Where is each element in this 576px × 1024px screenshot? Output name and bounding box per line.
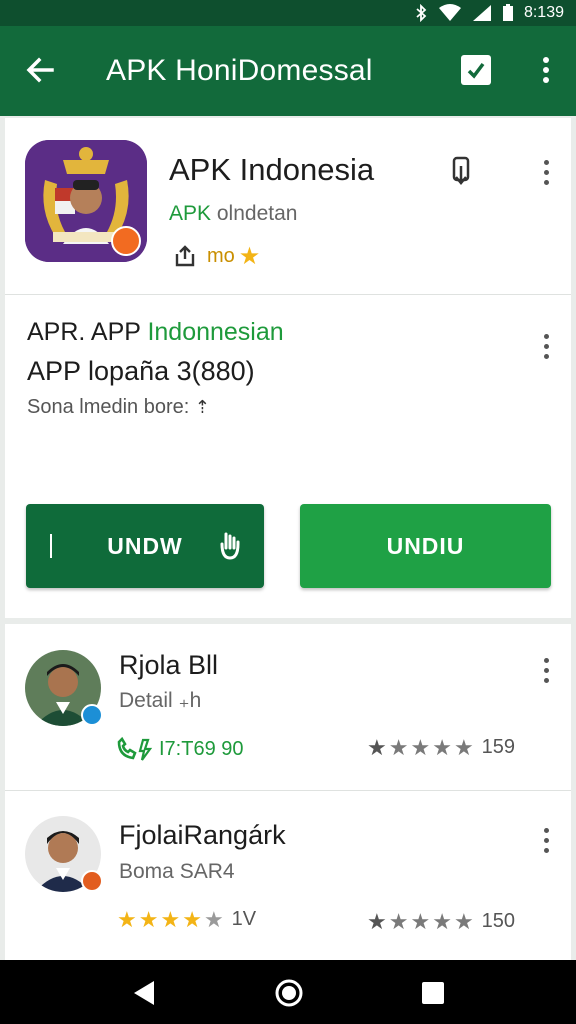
app-more-icon[interactable] xyxy=(541,158,551,188)
undiu-button[interactable]: UNDIU xyxy=(300,504,551,588)
star-icon: ★ xyxy=(453,908,474,934)
review-more-icon[interactable] xyxy=(541,656,551,686)
description-prefix: APR. APP xyxy=(27,318,148,346)
review-meta-text: 1V xyxy=(231,908,257,930)
review-rating-summary: ★ ★ ★ ★ ★ 150 xyxy=(367,910,515,933)
app-bar-title: APK HoniDomessal xyxy=(106,54,373,87)
description-line-3-text: Sona lmedin bore: xyxy=(27,396,190,418)
download-icon[interactable] xyxy=(451,156,473,188)
app-meta-row: mo ★ xyxy=(173,242,260,270)
nav-recent-icon[interactable] xyxy=(422,982,444,1004)
undw-button-label: UNDW xyxy=(107,532,183,559)
description-line-2: APP lopaña 3(880) xyxy=(27,356,255,386)
star-icon: ★ xyxy=(388,734,409,760)
app-badge-icon xyxy=(111,226,141,256)
share-icon[interactable] xyxy=(173,244,197,268)
system-nav-bar xyxy=(0,960,576,1024)
review-meta: I7:T69 90 xyxy=(115,736,244,762)
divider xyxy=(5,790,571,791)
more-vert-icon[interactable] xyxy=(534,54,558,86)
battery-icon xyxy=(502,4,513,21)
app-meta-text: mo xyxy=(207,244,235,267)
divider xyxy=(5,294,571,295)
developer-suffix: olndetan xyxy=(211,202,298,225)
developer-prefix: APK xyxy=(169,202,212,225)
arrow-left-icon[interactable] xyxy=(22,52,58,88)
star-icon: ★ xyxy=(367,908,387,934)
star-icon: ★ xyxy=(432,908,452,934)
star-icon: ★ xyxy=(410,908,431,934)
app-bar: APK HoniDomessal xyxy=(0,26,576,116)
status-bar: 8:139 xyxy=(0,0,576,26)
button-divider xyxy=(50,534,52,558)
app-name: APK Indonesia xyxy=(169,152,375,187)
verified-badge-icon xyxy=(81,870,103,892)
description-line-3: Sona lmedin bore: ⇡ xyxy=(27,396,210,419)
rating-count: 150 xyxy=(481,910,516,932)
app-developer[interactable]: APK olndetan xyxy=(169,202,297,226)
reviewer-subtitle: Detail ₊h xyxy=(119,689,202,712)
review-rating: ★ ★ ★ ★ ★ 159 xyxy=(367,736,515,759)
description-line-1: APR. APP Indonnesian xyxy=(27,318,284,347)
star-icon: ★ xyxy=(138,906,159,932)
reviews-card: Rjola Bll Detail ₊h I7:T69 90 ★ ★ ★ ★ ★ … xyxy=(5,624,571,960)
status-time: 8:139 xyxy=(523,4,564,21)
undw-button[interactable]: UNDW xyxy=(26,504,264,588)
undiu-button-label: UNDIU xyxy=(386,532,465,559)
bluetooth-icon xyxy=(416,4,427,22)
rating-count: 159 xyxy=(481,736,516,758)
checkbox-icon[interactable] xyxy=(460,54,492,86)
nav-home-icon[interactable] xyxy=(274,978,304,1008)
description-more-icon[interactable] xyxy=(541,332,551,362)
star-icon: ★ xyxy=(367,734,387,760)
description-highlight: Indonnesian xyxy=(147,318,284,346)
arrow-up-icon: ⇡ xyxy=(194,397,210,417)
star-icon: ★ xyxy=(182,906,202,932)
review-meta-text: I7:T69 90 xyxy=(159,737,244,760)
star-icon: ★ xyxy=(203,906,224,932)
reviewer-name: FjolaiRangárk xyxy=(119,820,286,850)
reviewer-subtitle: Boma SAR4 xyxy=(119,860,235,883)
verified-badge-icon xyxy=(81,704,103,726)
wifi-icon xyxy=(438,4,461,21)
review-rating: ★ ★ ★ ★ ★ 1V xyxy=(117,908,256,931)
star-icon: ★ xyxy=(453,734,474,760)
reviewer-name: Rjola Bll xyxy=(119,650,219,680)
hand-icon xyxy=(220,532,240,560)
app-detail-card: APK Indonesia APK olndetan mo ★ APR. APP… xyxy=(5,118,571,618)
star-icon: ★ xyxy=(117,906,137,932)
star-icon: ★ xyxy=(410,734,431,760)
star-icon: ★ xyxy=(238,242,261,270)
phone-icon xyxy=(117,736,153,761)
nav-back-icon[interactable] xyxy=(132,980,156,1006)
star-icon: ★ xyxy=(388,908,409,934)
app-icon[interactable] xyxy=(25,140,147,262)
star-icon: ★ xyxy=(432,734,452,760)
signal-icon xyxy=(472,5,491,21)
star-icon: ★ xyxy=(160,906,181,932)
review-more-icon[interactable] xyxy=(541,826,551,856)
